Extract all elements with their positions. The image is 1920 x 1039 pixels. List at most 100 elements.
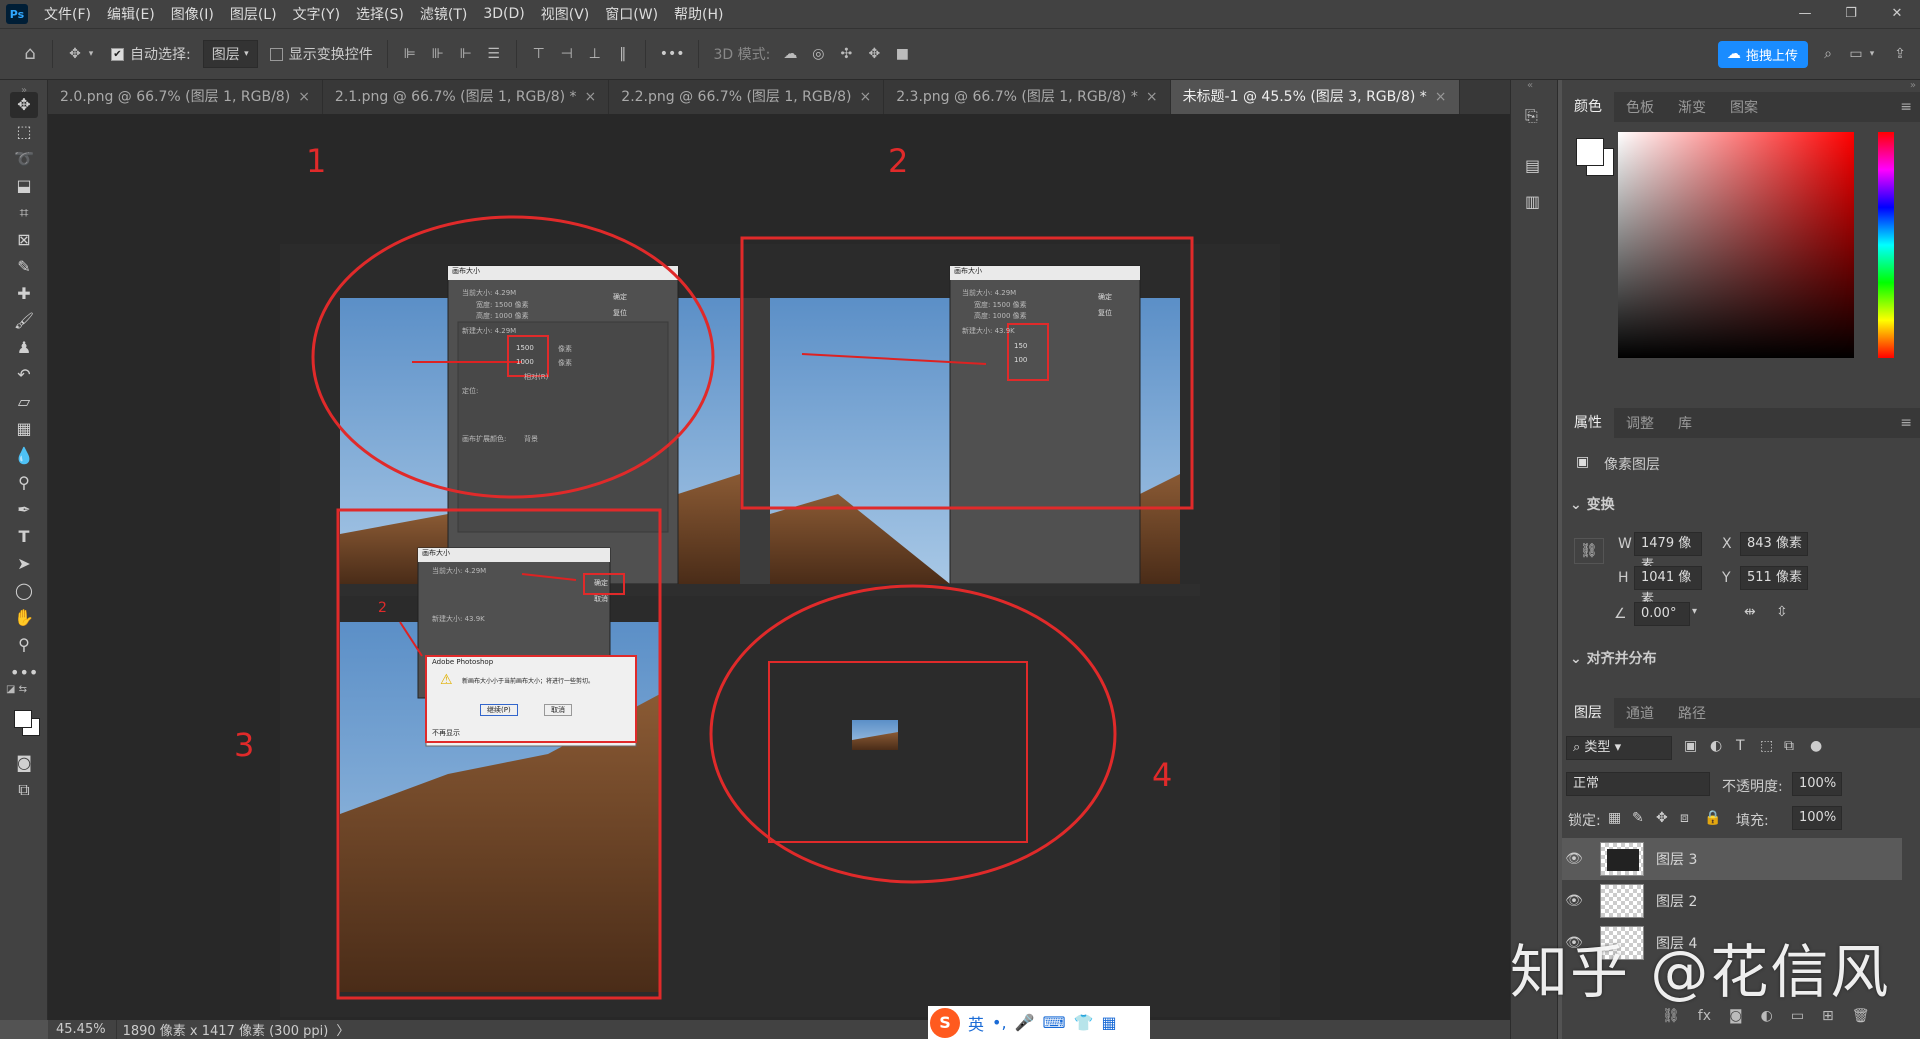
- tab-libraries[interactable]: 库: [1666, 413, 1704, 433]
- brush-tool-icon[interactable]: 🖌: [10, 308, 38, 334]
- eye-icon[interactable]: 👁: [1562, 851, 1586, 867]
- tab-color[interactable]: 颜色: [1562, 92, 1614, 122]
- flip-v-icon[interactable]: ⇳: [1776, 604, 1788, 620]
- eye-icon[interactable]: 👁: [1562, 893, 1586, 909]
- menu-type[interactable]: 文字(Y): [285, 4, 348, 24]
- type-tool-icon[interactable]: T: [10, 524, 38, 550]
- align-bottom-icon[interactable]: ⊥: [587, 46, 603, 62]
- y-field[interactable]: 511 像素: [1740, 566, 1808, 590]
- ime-logo[interactable]: S: [930, 1007, 960, 1038]
- menu-file[interactable]: 文件(F): [36, 4, 99, 24]
- color-picker-field[interactable]: [1618, 132, 1854, 358]
- tab-doc-2[interactable]: 2.1.png @ 66.7% (图层 1, RGB/8) * ×: [323, 80, 610, 114]
- transform-section[interactable]: ⌄ 变换: [1570, 494, 1615, 514]
- fx-icon[interactable]: fx: [1698, 1008, 1711, 1024]
- filter-type-icon[interactable]: T: [1736, 738, 1745, 754]
- ime-punct[interactable]: •,: [992, 1013, 1007, 1032]
- lock-paint-icon[interactable]: ✎: [1632, 810, 1644, 826]
- lock-artboard-icon[interactable]: ⧈: [1680, 810, 1689, 826]
- close-tab-icon[interactable]: ×: [585, 89, 597, 105]
- panel-menu-icon[interactable]: ≡: [1900, 415, 1912, 431]
- tab-adjustments[interactable]: 调整: [1614, 413, 1666, 433]
- filter-adjust-icon[interactable]: ◐: [1710, 738, 1722, 754]
- delete-layer-icon[interactable]: 🗑: [1852, 1008, 1870, 1024]
- align-right-icon[interactable]: ⊩: [458, 46, 474, 62]
- quick-mask-icon[interactable]: ◙: [10, 750, 38, 776]
- opacity-field[interactable]: 100%: [1792, 772, 1842, 796]
- tab-layers[interactable]: 图层: [1562, 698, 1614, 728]
- restore-button[interactable]: ❐: [1828, 0, 1874, 28]
- minimize-button[interactable]: —: [1782, 0, 1828, 28]
- workspace-icon[interactable]: ▭ ▾: [1848, 46, 1880, 62]
- more-options-button[interactable]: •••: [660, 46, 685, 62]
- stamp-tool-icon[interactable]: ♟: [10, 335, 38, 361]
- close-tab-icon[interactable]: ×: [1435, 89, 1447, 105]
- close-tab-icon[interactable]: ×: [298, 89, 310, 105]
- close-tab-icon[interactable]: ×: [859, 89, 871, 105]
- search-icon[interactable]: ⌕: [1820, 46, 1836, 62]
- tab-channels[interactable]: 通道: [1614, 703, 1666, 723]
- pen-tool-icon[interactable]: ✒: [10, 497, 38, 523]
- auto-select-checkbox[interactable]: ✔ 自动选择:: [111, 44, 191, 64]
- gradient-tool-icon[interactable]: ▦: [10, 416, 38, 442]
- lock-transparency-icon[interactable]: ▦: [1608, 810, 1621, 826]
- notes-icon[interactable]: ▥: [1525, 192, 1540, 211]
- mask-icon[interactable]: ◙: [1729, 1008, 1743, 1024]
- tab-gradients[interactable]: 渐变: [1666, 97, 1718, 117]
- close-tab-icon[interactable]: ×: [1146, 89, 1158, 105]
- screen-mode-icon[interactable]: ⧉: [10, 777, 38, 803]
- dodge-tool-icon[interactable]: ⚲: [10, 470, 38, 496]
- menu-window[interactable]: 窗口(W): [597, 4, 666, 24]
- distribute-icon[interactable]: ☰: [486, 46, 502, 62]
- eraser-tool-icon[interactable]: ▱: [10, 389, 38, 415]
- 3d-orbit-icon[interactable]: ☁: [782, 46, 798, 62]
- panel-menu-icon[interactable]: ≡: [1900, 99, 1912, 115]
- crop-tool-icon[interactable]: ⌗: [10, 200, 38, 226]
- lasso-tool-icon[interactable]: ➰: [10, 146, 38, 172]
- apps-icon[interactable]: ▦: [1101, 1013, 1116, 1032]
- menu-view[interactable]: 视图(V): [533, 4, 598, 24]
- collapse-icon[interactable]: «: [1527, 80, 1533, 91]
- healing-brush-icon[interactable]: ✚: [10, 281, 38, 307]
- fg-color-swatch[interactable]: [1576, 138, 1604, 166]
- menu-image[interactable]: 图像(I): [163, 4, 222, 24]
- ime-lang[interactable]: 英: [968, 1011, 984, 1035]
- shape-tool-icon[interactable]: ◯: [10, 578, 38, 604]
- close-window-button[interactable]: ✕: [1874, 0, 1920, 28]
- default-colors-icon[interactable]: ◪ ⇆: [6, 684, 27, 695]
- group-icon[interactable]: ▭: [1791, 1008, 1804, 1024]
- path-select-icon[interactable]: ➤: [10, 551, 38, 577]
- link-icon[interactable]: ⛓: [1574, 538, 1604, 564]
- menu-help[interactable]: 帮助(H): [666, 4, 731, 24]
- hue-slider[interactable]: [1878, 132, 1894, 358]
- 3d-slide-icon[interactable]: ✥: [866, 46, 882, 62]
- align-hcenter-icon[interactable]: ⊪: [430, 46, 446, 62]
- angle-dropdown-icon[interactable]: ▾: [1692, 606, 1697, 617]
- home-icon[interactable]: ⌂: [22, 45, 38, 63]
- tab-paths[interactable]: 路径: [1666, 703, 1718, 723]
- tab-patterns[interactable]: 图案: [1718, 97, 1770, 117]
- lock-position-icon[interactable]: ✥: [1656, 810, 1668, 826]
- height-field[interactable]: 1041 像素: [1634, 566, 1702, 607]
- tab-swatches[interactable]: 色板: [1614, 97, 1666, 117]
- menu-filter[interactable]: 滤镜(T): [412, 4, 475, 24]
- tab-doc-1[interactable]: 2.0.png @ 66.7% (图层 1, RGB/8) ×: [48, 80, 323, 114]
- keyboard-icon[interactable]: ⌨: [1042, 1013, 1065, 1032]
- microphone-icon[interactable]: 🎤: [1015, 1013, 1035, 1032]
- menu-edit[interactable]: 编辑(E): [99, 4, 163, 24]
- blend-mode-dropdown[interactable]: 正常: [1566, 772, 1710, 796]
- fill-field[interactable]: 100%: [1792, 806, 1842, 830]
- status-arrow-icon[interactable]: 〉: [336, 1020, 349, 1039]
- menu-3d[interactable]: 3D(D): [475, 6, 532, 22]
- 3d-roll-icon[interactable]: ◎: [810, 46, 826, 62]
- show-transform-checkbox[interactable]: 显示变换控件: [269, 44, 373, 64]
- zoom-tool-icon[interactable]: ⚲: [10, 632, 38, 658]
- adjustment-layer-icon[interactable]: ◐: [1761, 1008, 1773, 1024]
- eyedropper-icon[interactable]: ✎: [10, 254, 38, 280]
- tab-properties[interactable]: 属性: [1562, 408, 1614, 438]
- tab-doc-3[interactable]: 2.2.png @ 66.7% (图层 1, RGB/8) ×: [609, 80, 885, 114]
- menu-select[interactable]: 选择(S): [348, 4, 412, 24]
- more-tools-icon[interactable]: •••: [10, 660, 38, 686]
- filter-toggle-icon[interactable]: ●: [1810, 738, 1822, 754]
- marquee-tool-icon[interactable]: ⬚: [10, 119, 38, 145]
